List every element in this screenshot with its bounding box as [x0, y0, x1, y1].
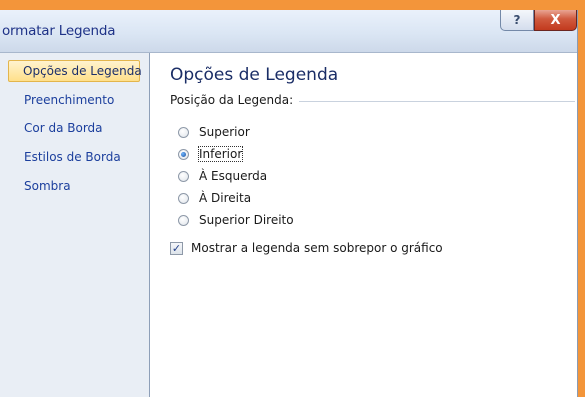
panel-title: Opções de Legenda	[170, 65, 339, 85]
overlap-checkbox-row[interactable]: ✓ Mostrar a legenda sem sobrepor o gráfi…	[170, 240, 443, 256]
radio-label: À Esquerda	[199, 169, 268, 183]
sidebar-item-cor-da-borda[interactable]: Cor da Borda	[10, 117, 140, 139]
radio-button[interactable]	[178, 170, 189, 182]
main-panel: Opções de Legenda Posição da Legenda: Su…	[149, 53, 577, 397]
radio-button[interactable]	[178, 192, 189, 204]
radio-label: Inferior	[197, 146, 244, 162]
group-divider	[295, 101, 575, 102]
radio-superior-direito[interactable]: Superior Direito	[178, 211, 294, 229]
overlap-checkbox-label: Mostrar a legenda sem sobrepor o gráfico	[191, 241, 443, 255]
radio-label: Superior	[199, 125, 250, 139]
sidebar-item-label: Preenchimento	[24, 93, 115, 107]
format-legend-dialog: ormatar Legenda ? X Opções de Legenda Pr…	[0, 10, 578, 397]
sidebar-item-label: Sombra	[24, 179, 71, 193]
radio-label: Superior Direito	[199, 213, 294, 227]
radio-superior[interactable]: Superior	[178, 123, 250, 141]
sidebar-item-estilos-de-borda[interactable]: Estilos de Borda	[10, 146, 140, 168]
sidebar-item-preenchimento[interactable]: Preenchimento	[10, 89, 140, 111]
sidebar: Opções de Legenda Preenchimento Cor da B…	[0, 53, 147, 397]
close-button[interactable]: X	[534, 10, 577, 31]
checkmark-icon: ✓	[171, 241, 182, 255]
window-title: ormatar Legenda	[2, 23, 116, 39]
overlap-checkbox[interactable]: ✓	[170, 241, 183, 255]
close-icon: X	[550, 12, 561, 28]
radio-button[interactable]	[178, 214, 189, 226]
sidebar-item-opcoes-de-legenda[interactable]: Opções de Legenda	[8, 60, 142, 82]
radio-button[interactable]	[178, 126, 189, 138]
radio-button[interactable]	[178, 148, 189, 160]
sidebar-item-label: Cor da Borda	[24, 121, 103, 135]
help-button[interactable]: ?	[500, 10, 534, 31]
radio-inferior[interactable]: Inferior	[178, 145, 244, 163]
sidebar-item-label: Opções de Legenda	[23, 64, 142, 78]
radio-label: À Direita	[199, 191, 252, 205]
sidebar-item-sombra[interactable]: Sombra	[10, 175, 140, 197]
title-bar[interactable]: ormatar Legenda ? X	[0, 10, 577, 53]
help-icon: ?	[513, 13, 521, 27]
radio-a-direita[interactable]: À Direita	[178, 189, 251, 207]
sidebar-item-label: Estilos de Borda	[24, 150, 121, 164]
radio-a-esquerda[interactable]: À Esquerda	[178, 167, 267, 185]
group-label: Posição da Legenda:	[170, 93, 300, 107]
